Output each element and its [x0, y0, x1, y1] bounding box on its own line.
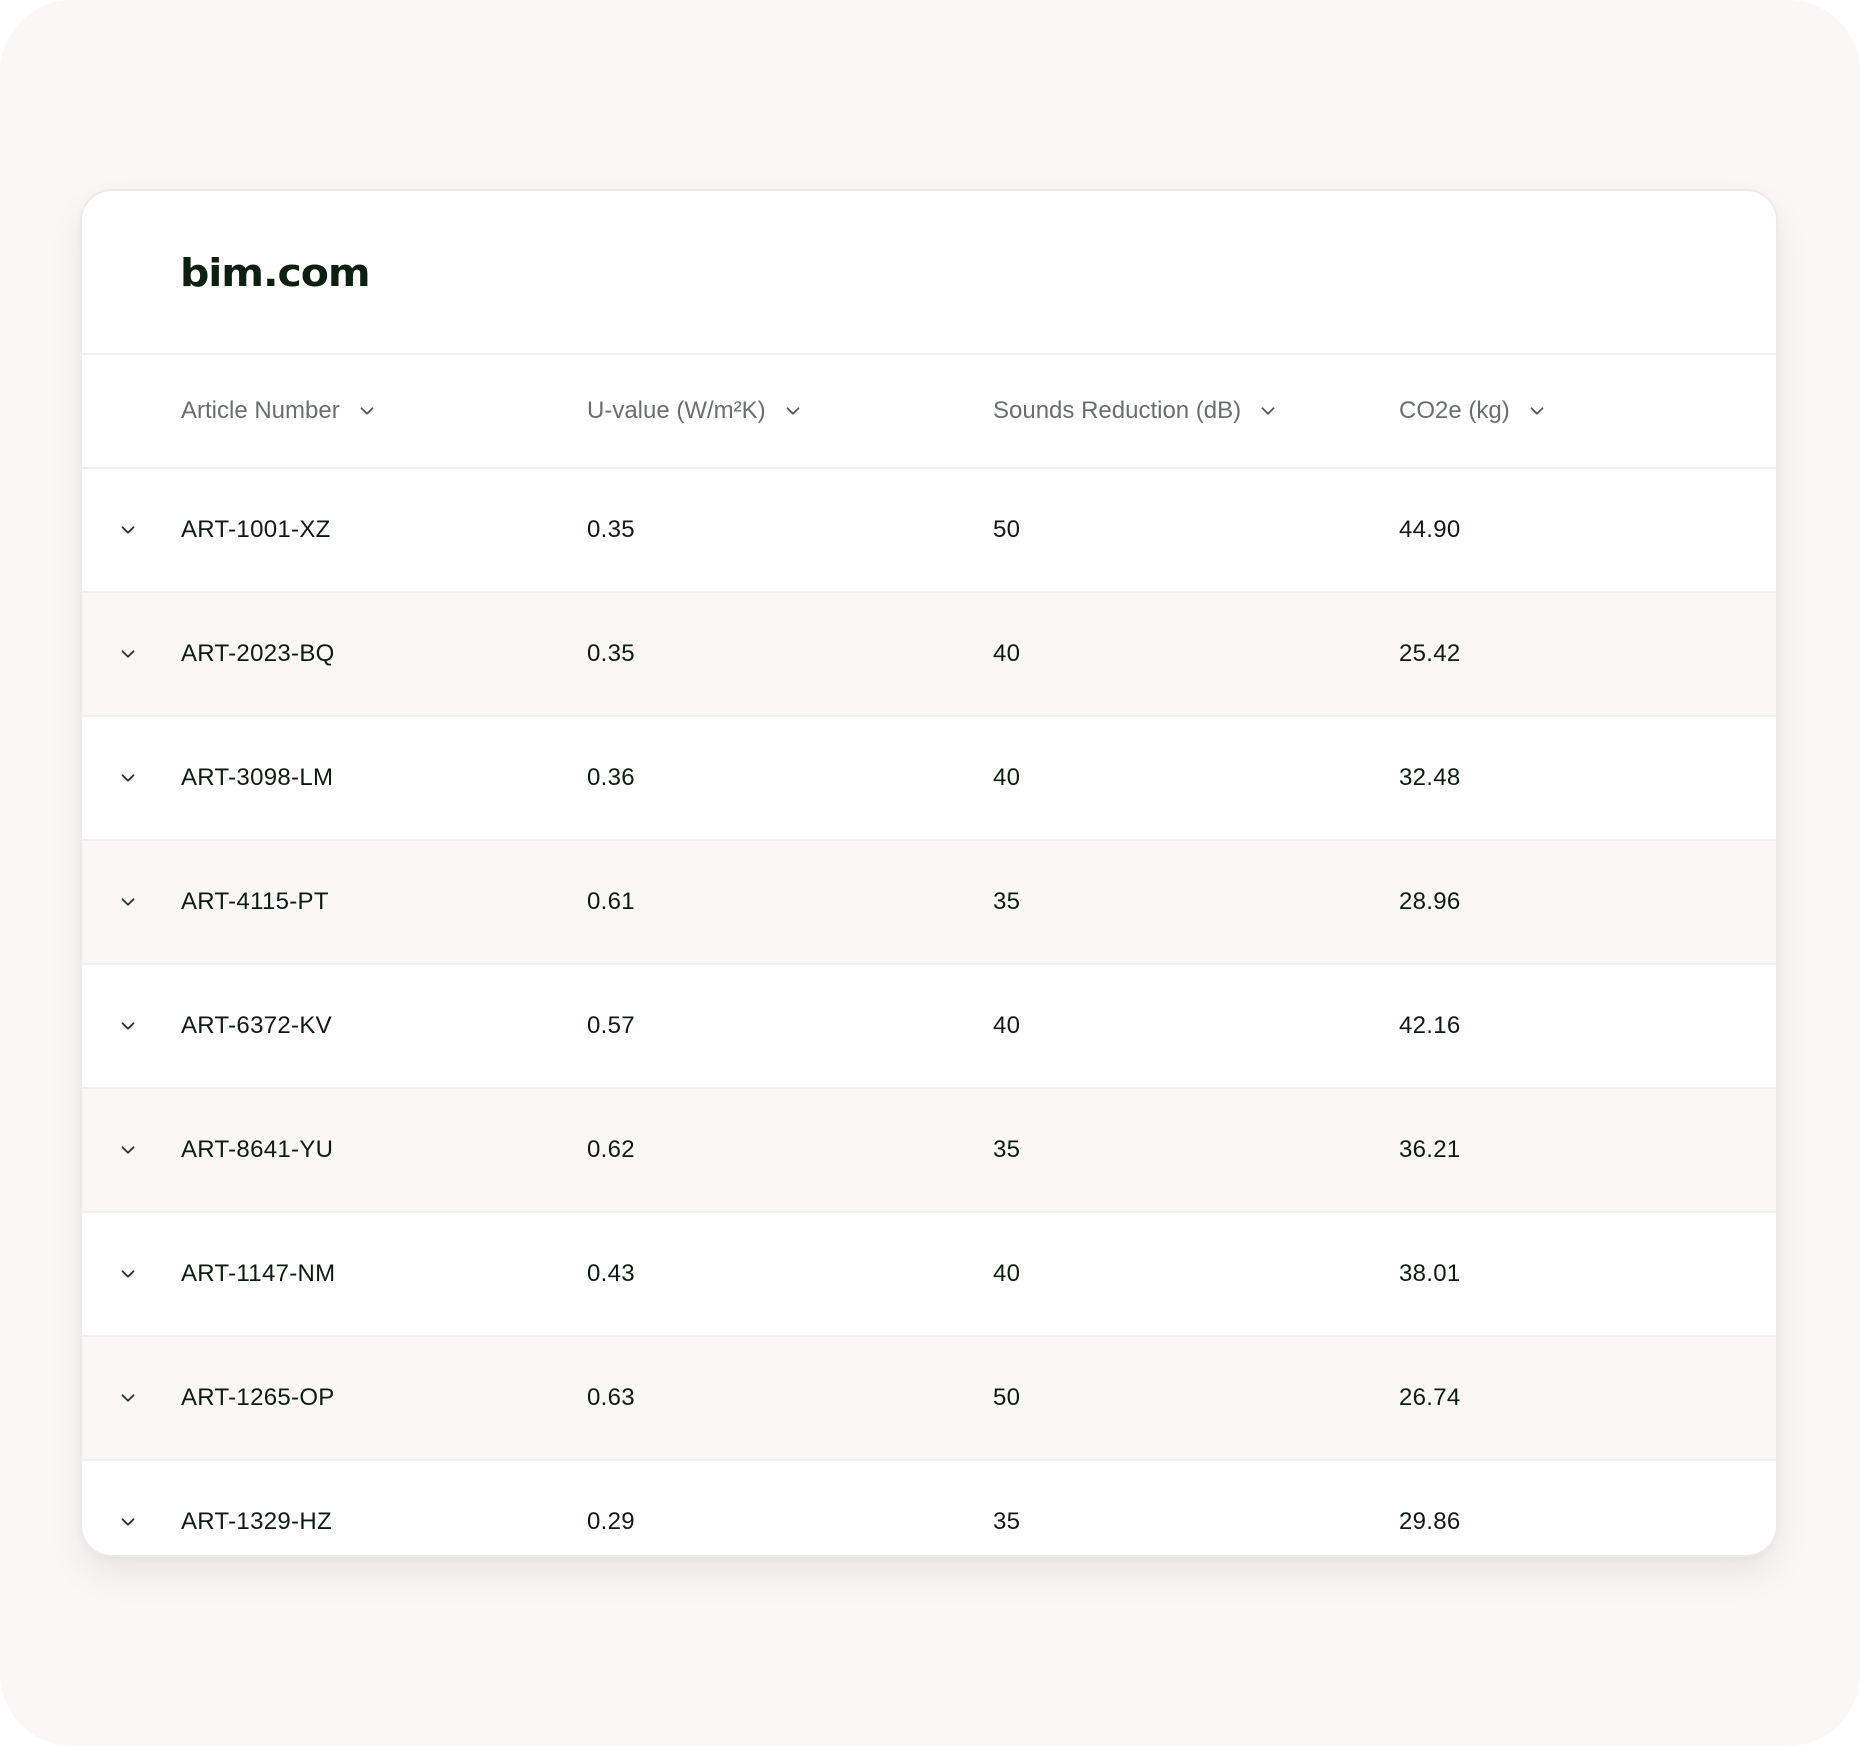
row-expand-button[interactable] [108, 841, 148, 963]
chevron-down-icon [360, 407, 374, 415]
chevron-down-icon [121, 1518, 135, 1526]
row-expand-button[interactable] [108, 1337, 148, 1459]
row-expand-button[interactable] [108, 965, 148, 1087]
co2e-cell: 44.90 [1399, 516, 1461, 543]
co2e-cell: 28.96 [1399, 888, 1461, 915]
article-number-cell: ART-1265-OP [181, 1384, 335, 1411]
chevron-down-icon [121, 774, 135, 782]
sound-reduction-cell: 50 [993, 1384, 1021, 1411]
co2e-cell: 42.16 [1399, 1012, 1461, 1039]
u-value-cell: 0.57 [587, 1012, 635, 1039]
table-row[interactable]: ART-1147-NM 0.43 40 38.01 [82, 1213, 1776, 1337]
chevron-down-icon [121, 650, 135, 658]
co2e-cell: 36.21 [1399, 1136, 1461, 1163]
table-row[interactable]: ART-1329-HZ 0.29 35 29.86 [82, 1461, 1776, 1555]
sound-reduction-cell: 35 [993, 888, 1021, 915]
chevron-down-icon [121, 1270, 135, 1278]
article-number-cell: ART-1001-XZ [181, 516, 331, 543]
co2e-cell: 26.74 [1399, 1384, 1461, 1411]
table-row[interactable]: ART-4115-PT 0.61 35 28.96 [82, 841, 1776, 965]
sound-reduction-cell: 40 [993, 764, 1021, 791]
chevron-down-icon [121, 1394, 135, 1402]
product-table-card: bim.com Article Number U-value (W/m²K) S… [80, 189, 1778, 1557]
chevron-down-icon [786, 407, 800, 415]
column-header-u-value: U-value (W/m²K) [587, 397, 766, 424]
table-row[interactable]: ART-6372-KV 0.57 40 42.16 [82, 965, 1776, 1089]
sound-reduction-cell: 40 [993, 1260, 1021, 1287]
sort-sound-reduction[interactable]: Sounds Reduction (dB) [993, 355, 1279, 467]
article-number-cell: ART-6372-KV [181, 1012, 332, 1039]
sound-reduction-cell: 50 [993, 516, 1021, 543]
chevron-down-icon [121, 526, 135, 534]
u-value-cell: 0.35 [587, 640, 635, 667]
row-expand-button[interactable] [108, 1461, 148, 1555]
co2e-cell: 38.01 [1399, 1260, 1461, 1287]
co2e-cell: 32.48 [1399, 764, 1461, 791]
table-row[interactable]: ART-8641-YU 0.62 35 36.21 [82, 1089, 1776, 1213]
table-row[interactable]: ART-1265-OP 0.63 50 26.74 [82, 1337, 1776, 1461]
article-number-cell: ART-1147-NM [181, 1260, 336, 1287]
column-header-article-number: Article Number [181, 397, 340, 424]
row-expand-button[interactable] [108, 469, 148, 591]
chevron-down-icon [1530, 407, 1544, 415]
row-expand-button[interactable] [108, 1213, 148, 1335]
column-header-sound-reduction: Sounds Reduction (dB) [993, 397, 1242, 424]
sort-co2e[interactable]: CO2e (kg) [1399, 355, 1548, 467]
u-value-cell: 0.63 [587, 1384, 635, 1411]
chevron-down-icon [121, 1022, 135, 1030]
sound-reduction-cell: 35 [993, 1136, 1021, 1163]
chevron-down-icon [1261, 407, 1275, 415]
page-background: bim.com Article Number U-value (W/m²K) S… [0, 0, 1860, 1746]
article-number-cell: ART-1329-HZ [181, 1508, 332, 1535]
u-value-cell: 0.35 [587, 516, 635, 543]
sound-reduction-cell: 35 [993, 1508, 1021, 1535]
brand-header: bim.com [82, 191, 1776, 355]
row-expand-button[interactable] [108, 1089, 148, 1211]
sound-reduction-cell: 40 [993, 640, 1021, 667]
u-value-cell: 0.43 [587, 1260, 635, 1287]
article-number-cell: ART-3098-LM [181, 764, 334, 791]
article-number-cell: ART-2023-BQ [181, 640, 335, 667]
column-header-co2e: CO2e (kg) [1399, 397, 1510, 424]
co2e-cell: 25.42 [1399, 640, 1461, 667]
row-expand-button[interactable] [108, 593, 148, 715]
article-number-cell: ART-4115-PT [181, 888, 329, 915]
bim-logo: bim.com [180, 251, 371, 295]
chevron-down-icon [121, 1146, 135, 1154]
sort-article-number[interactable]: Article Number [181, 355, 378, 467]
article-number-cell: ART-8641-YU [181, 1136, 334, 1163]
table-row[interactable]: ART-1001-XZ 0.35 50 44.90 [82, 469, 1776, 593]
row-expand-button[interactable] [108, 717, 148, 839]
u-value-cell: 0.29 [587, 1508, 635, 1535]
sound-reduction-cell: 40 [993, 1012, 1021, 1039]
u-value-cell: 0.61 [587, 888, 635, 915]
table-row[interactable]: ART-2023-BQ 0.35 40 25.42 [82, 593, 1776, 717]
co2e-cell: 29.86 [1399, 1508, 1461, 1535]
table-header: Article Number U-value (W/m²K) Sounds Re… [82, 355, 1776, 469]
table-row[interactable]: ART-3098-LM 0.36 40 32.48 [82, 717, 1776, 841]
sort-u-value[interactable]: U-value (W/m²K) [587, 355, 804, 467]
chevron-down-icon [121, 898, 135, 906]
u-value-cell: 0.62 [587, 1136, 635, 1163]
u-value-cell: 0.36 [587, 764, 635, 791]
